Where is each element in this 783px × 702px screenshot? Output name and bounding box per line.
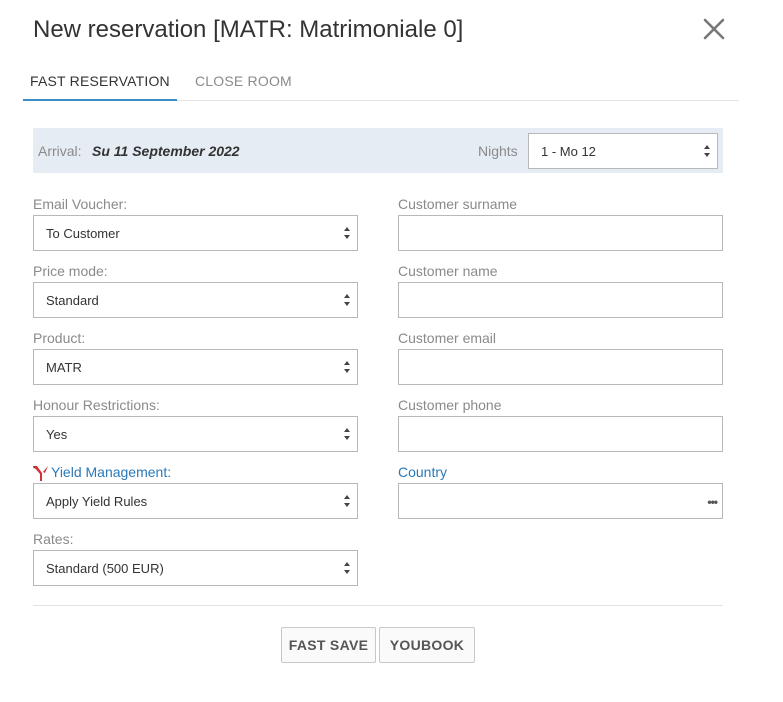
- customer-surname-input[interactable]: [398, 215, 723, 251]
- arrival-bar: Arrival: Su 11 September 2022 Nights 1 -…: [33, 128, 723, 173]
- rates-label: Rates:: [33, 531, 74, 547]
- select-arrows-icon: [704, 145, 710, 157]
- email-voucher-label: Email Voucher:: [33, 196, 128, 212]
- more-icon[interactable]: •••: [707, 495, 718, 509]
- rates-value: Standard (500 EUR): [46, 561, 164, 576]
- customer-email-label: Customer email: [398, 330, 497, 346]
- select-arrows-icon: [344, 227, 350, 239]
- tab-close-room[interactable]: CLOSE ROOM: [188, 64, 299, 101]
- nights-select[interactable]: 1 - Mo 12: [528, 133, 718, 169]
- yield-management-label[interactable]: Yield Management:: [51, 464, 171, 480]
- tab-bar: FAST RESERVATION CLOSE ROOM: [23, 64, 739, 101]
- yield-logo-icon: [33, 466, 48, 481]
- footer-divider: [33, 605, 723, 606]
- youbook-button[interactable]: YOUBOOK: [379, 627, 475, 663]
- product-select[interactable]: MATR: [33, 349, 358, 385]
- product-value: MATR: [46, 360, 82, 375]
- select-arrows-icon: [344, 428, 350, 440]
- email-voucher-select[interactable]: To Customer: [33, 215, 358, 251]
- customer-surname-label: Customer surname: [398, 196, 518, 212]
- honour-restrictions-select[interactable]: Yes: [33, 416, 358, 452]
- select-arrows-icon: [344, 562, 350, 574]
- dialog-title: New reservation [MATR: Matrimoniale 0]: [33, 16, 464, 43]
- price-mode-value: Standard: [46, 293, 99, 308]
- email-voucher-value: To Customer: [46, 226, 120, 241]
- select-arrows-icon: [344, 495, 350, 507]
- price-mode-select[interactable]: Standard: [33, 282, 358, 318]
- rates-select[interactable]: Standard (500 EUR): [33, 550, 358, 586]
- price-mode-label: Price mode:: [33, 263, 108, 279]
- honour-restrictions-label: Honour Restrictions:: [33, 397, 160, 413]
- select-arrows-icon: [344, 294, 350, 306]
- close-icon[interactable]: [700, 14, 728, 44]
- tab-fast-reservation[interactable]: FAST RESERVATION: [23, 64, 177, 101]
- yield-management-select[interactable]: Apply Yield Rules: [33, 483, 358, 519]
- country-label[interactable]: Country: [398, 464, 447, 480]
- country-picker[interactable]: •••: [398, 483, 723, 519]
- customer-phone-label: Customer phone: [398, 397, 502, 413]
- fast-save-button[interactable]: FAST SAVE: [281, 627, 376, 663]
- customer-phone-input[interactable]: [398, 416, 723, 452]
- customer-name-input[interactable]: [398, 282, 723, 318]
- select-arrows-icon: [344, 361, 350, 373]
- customer-email-input[interactable]: [398, 349, 723, 385]
- honour-restrictions-value: Yes: [46, 427, 68, 442]
- nights-label: Nights: [478, 143, 518, 159]
- yield-management-value: Apply Yield Rules: [46, 494, 148, 509]
- product-label: Product:: [33, 330, 86, 346]
- arrival-label: Arrival:: [38, 143, 82, 159]
- customer-name-label: Customer name: [398, 263, 498, 279]
- arrival-date: Su 11 September 2022: [92, 143, 240, 159]
- nights-select-value: 1 - Mo 12: [541, 144, 596, 159]
